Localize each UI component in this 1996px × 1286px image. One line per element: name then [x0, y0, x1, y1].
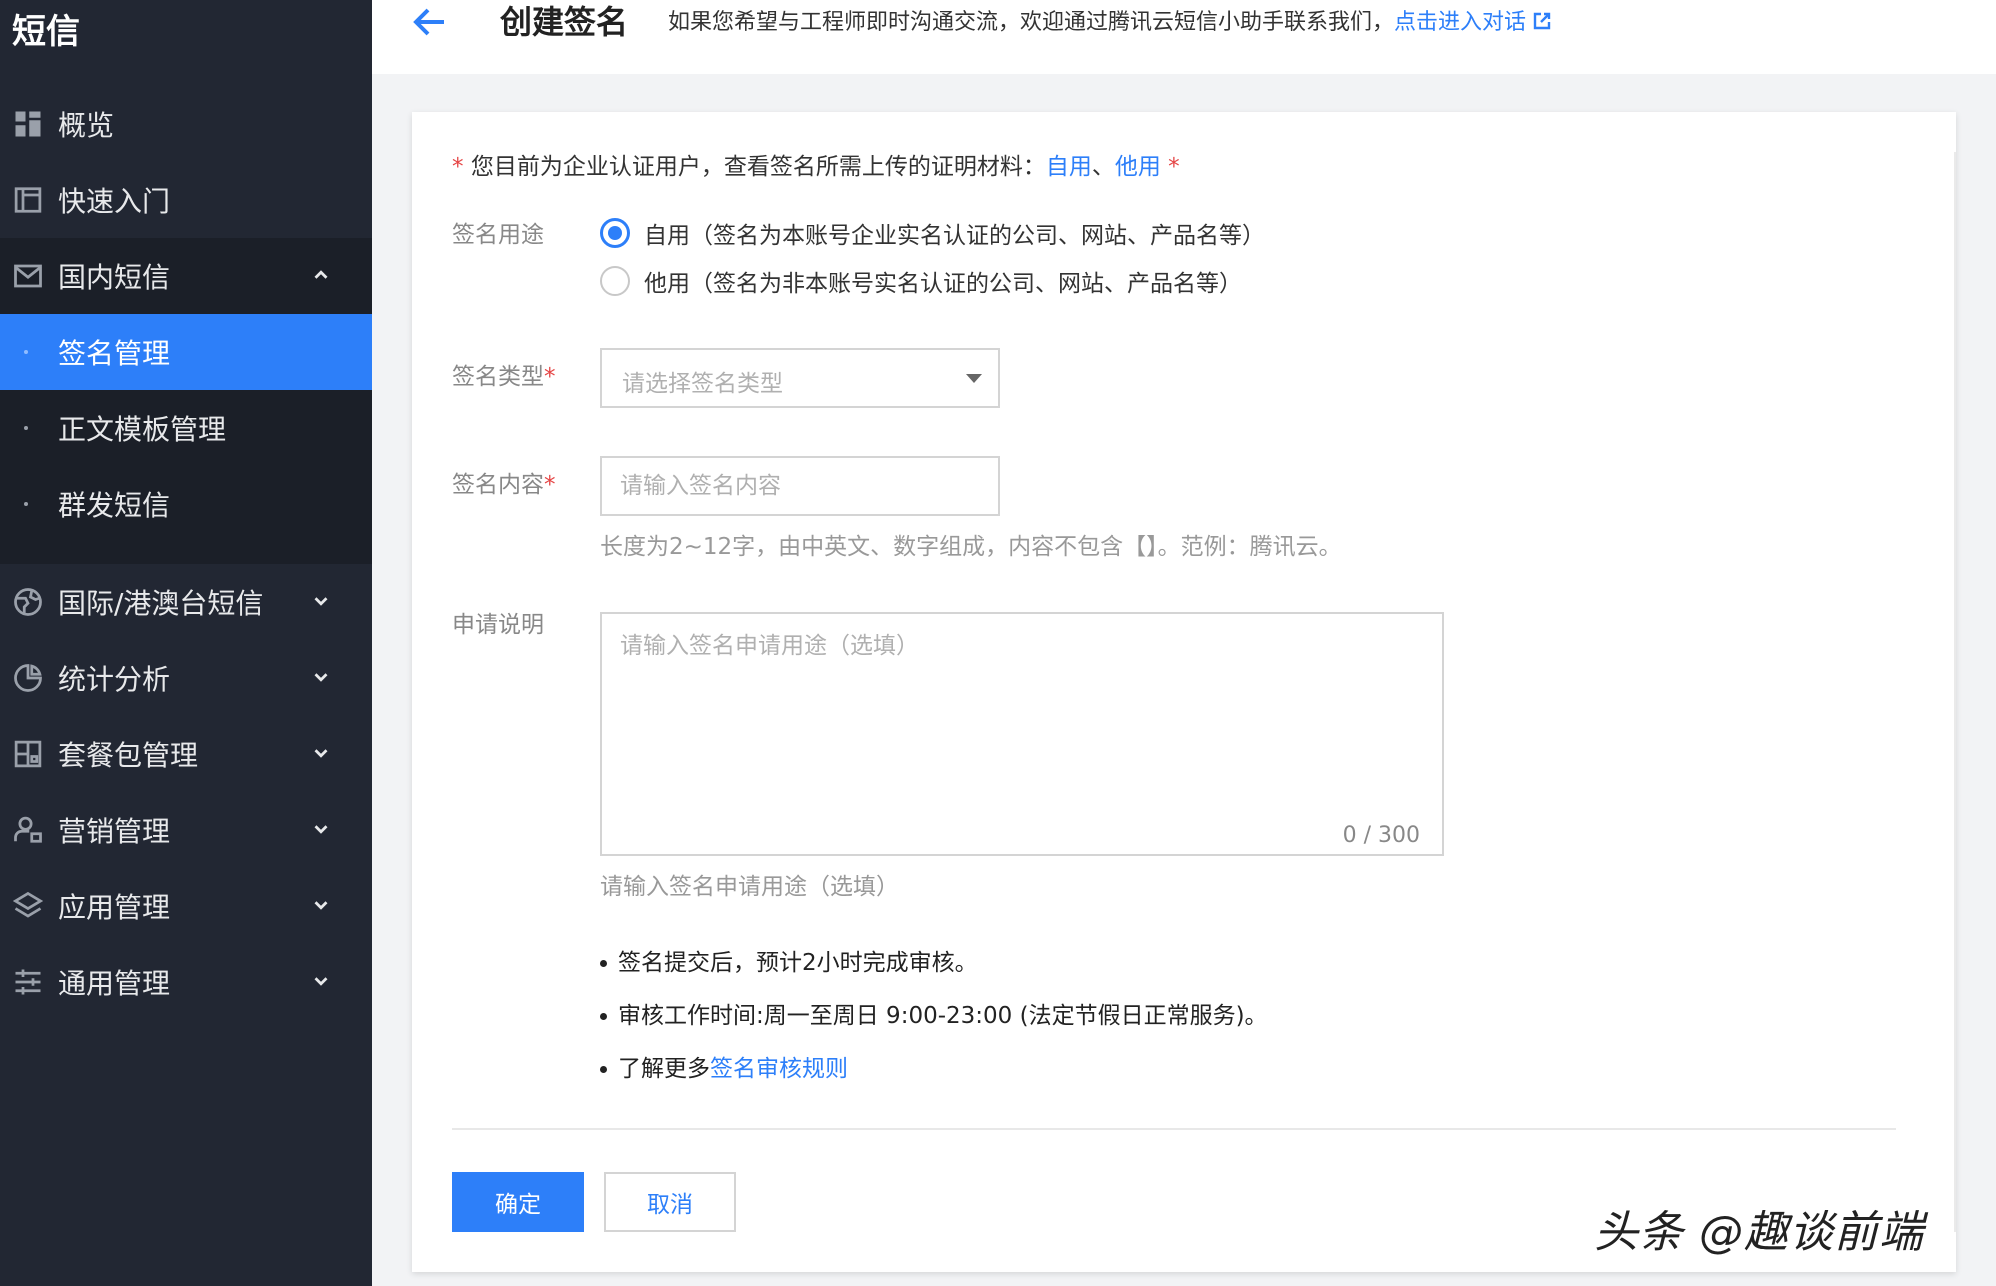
self-use-materials-link[interactable]: 自用: [1046, 154, 1092, 180]
enter-chat-link-label: 点击进入对话: [1394, 10, 1527, 35]
sidebar-item-label: 概览: [58, 109, 115, 142]
sidebar-item-domestic-sms[interactable]: 国内短信: [0, 238, 372, 314]
purpose-option-label: 他用（签名为非本账号实名认证的公司、网站、产品名等）: [644, 271, 1242, 297]
certification-hint: * 您目前为企业认证用户，查看签名所需上传的证明材料：自用、他用 *: [452, 152, 1180, 182]
page-header: 创建签名 如果您希望与工程师即时沟通交流，欢迎通过腾讯云短信小助手联系我们，点击…: [372, 0, 1996, 74]
sidebar-item-overview[interactable]: 概览: [0, 86, 372, 162]
caret-down-icon: [966, 374, 982, 383]
sidebar: 短信 概览 快速入门 国内短信 签名管理 正文模板管理 群发短信 国际/港澳台短…: [0, 0, 372, 1286]
back-arrow-icon[interactable]: [410, 4, 450, 40]
sidebar-item-statistics[interactable]: 统计分析: [0, 640, 372, 716]
sidebar-item-bulk-sms[interactable]: 群发短信: [0, 466, 372, 542]
description-textarea-wrap: 0 / 300: [600, 612, 1444, 856]
sidebar-item-label: 通用管理: [58, 967, 171, 1000]
radio-checked[interactable]: [600, 218, 630, 248]
note-item: 签名提交后，预计2小时完成审核。: [600, 948, 1268, 1001]
sidebar-submenu-domestic-sms: 签名管理 正文模板管理 群发短信: [0, 314, 372, 564]
product-title: 短信: [12, 12, 80, 52]
sidebar-item-label: 群发短信: [58, 489, 171, 522]
card-edge-line: [1954, 152, 1956, 1232]
sidebar-item-label: 正文模板管理: [58, 413, 227, 446]
confirm-button[interactable]: 确定: [452, 1172, 584, 1232]
globe-icon: [12, 586, 44, 618]
sidebar-item-label: 营销管理: [58, 815, 171, 848]
page-title: 创建签名: [500, 3, 629, 41]
chevron-down-icon: [314, 749, 328, 758]
sidebar-menu: 概览 快速入门 国内短信 签名管理 正文模板管理 群发短信 国际/港澳台短信 统…: [0, 86, 372, 1020]
sidebar-item-label: 签名管理: [58, 337, 171, 370]
signature-content-input[interactable]: [600, 456, 1000, 516]
sidebar-item-label: 国内短信: [58, 261, 171, 294]
signature-content-label: 签名内容*: [452, 470, 556, 500]
radio-unchecked[interactable]: [600, 266, 630, 296]
contact-notice: 如果您希望与工程师即时沟通交流，欢迎通过腾讯云短信小助手联系我们，点击进入对话: [668, 8, 1552, 38]
sidebar-item-international-sms[interactable]: 国际/港澳台短信: [0, 564, 372, 640]
signature-type-select[interactable]: 请选择签名类型: [600, 348, 1000, 408]
contact-notice-text: 如果您希望与工程师即时沟通交流，欢迎通过腾讯云短信小助手联系我们，: [668, 10, 1395, 35]
purpose-option-self[interactable]: 自用（签名为本账号企业实名认证的公司、网站、产品名等）: [600, 216, 1265, 250]
sidebar-item-app-management[interactable]: 应用管理: [0, 868, 372, 944]
chevron-down-icon: [314, 825, 328, 834]
divider: [452, 1128, 1896, 1130]
required-marker: *: [1168, 154, 1180, 180]
other-use-materials-link[interactable]: 他用: [1115, 154, 1161, 180]
chevron-down-icon: [314, 673, 328, 682]
chevron-down-icon: [314, 901, 328, 910]
note-more-prefix: 了解更多: [618, 1056, 710, 1082]
bullet-dot: [24, 502, 28, 506]
hint-separator: 、: [1091, 154, 1115, 180]
description-textarea[interactable]: [602, 614, 1442, 854]
note-item: 了解更多签名审核规则: [600, 1054, 1268, 1107]
sidebar-item-label: 快速入门: [58, 185, 171, 218]
sidebar-item-general-management[interactable]: 通用管理: [0, 944, 372, 1020]
description-label: 申请说明: [452, 612, 544, 638]
bullet-dot: [24, 350, 28, 354]
package-icon: [12, 738, 44, 770]
required-marker: *: [452, 154, 464, 180]
review-rules-link[interactable]: 签名审核规则: [710, 1056, 848, 1082]
certification-hint-text: 您目前为企业认证用户，查看签名所需上传的证明材料：: [470, 154, 1046, 180]
sidebar-item-label: 统计分析: [58, 663, 171, 696]
purpose-option-label: 自用（签名为本账号企业实名认证的公司、网站、产品名等）: [644, 223, 1265, 249]
mail-icon: [12, 260, 44, 292]
dashboard-icon: [12, 108, 44, 140]
create-signature-form: * 您目前为企业认证用户，查看签名所需上传的证明材料：自用、他用 * 签名用途 …: [412, 112, 1956, 1272]
sidebar-item-marketing-management[interactable]: 营销管理: [0, 792, 372, 868]
sidebar-item-label: 应用管理: [58, 891, 171, 924]
char-counter: 0 / 300: [1342, 823, 1420, 848]
sidebar-item-label: 套餐包管理: [58, 739, 199, 772]
note-item: 审核工作时间:周一至周日 9:00-23:00 (法定节假日正常服务)。: [600, 1001, 1268, 1054]
chevron-up-icon: [314, 270, 328, 279]
purpose-label: 签名用途: [452, 222, 544, 248]
required-marker: *: [544, 472, 556, 498]
purpose-option-other[interactable]: 他用（签名为非本账号实名认证的公司、网站、产品名等）: [600, 264, 1242, 298]
sliders-icon: [12, 966, 44, 998]
cancel-button[interactable]: 取消: [604, 1172, 736, 1232]
watermark: 头条 @趣谈前端: [1594, 1207, 1924, 1258]
layers-icon: [12, 890, 44, 922]
sidebar-item-template-management[interactable]: 正文模板管理: [0, 390, 372, 466]
chevron-down-icon: [314, 977, 328, 986]
signature-type-placeholder: 请选择签名类型: [622, 371, 783, 397]
signature-type-label-text: 签名类型: [452, 364, 544, 390]
signature-type-label: 签名类型*: [452, 362, 556, 392]
pie-chart-icon: [12, 662, 44, 694]
users-icon: [12, 814, 44, 846]
signature-content-help: 长度为2~12字，由中英文、数字组成，内容不包含【】。范例：腾讯云。: [600, 534, 1342, 560]
sidebar-item-quickstart[interactable]: 快速入门: [0, 162, 372, 238]
sidebar-item-label: 国际/港澳台短信: [58, 587, 264, 620]
bullet-dot: [24, 426, 28, 430]
external-link-icon: [1533, 12, 1551, 30]
description-help: 请输入签名申请用途（选填）: [600, 874, 899, 900]
book-icon: [12, 184, 44, 216]
chevron-down-icon: [314, 597, 328, 606]
enter-chat-link[interactable]: 点击进入对话: [1394, 10, 1552, 35]
review-notes: 签名提交后，预计2小时完成审核。 审核工作时间:周一至周日 9:00-23:00…: [600, 948, 1268, 1107]
sidebar-item-package-management[interactable]: 套餐包管理: [0, 716, 372, 792]
required-marker: *: [544, 364, 556, 390]
sidebar-item-signature-management[interactable]: 签名管理: [0, 314, 372, 390]
signature-content-label-text: 签名内容: [452, 472, 544, 498]
